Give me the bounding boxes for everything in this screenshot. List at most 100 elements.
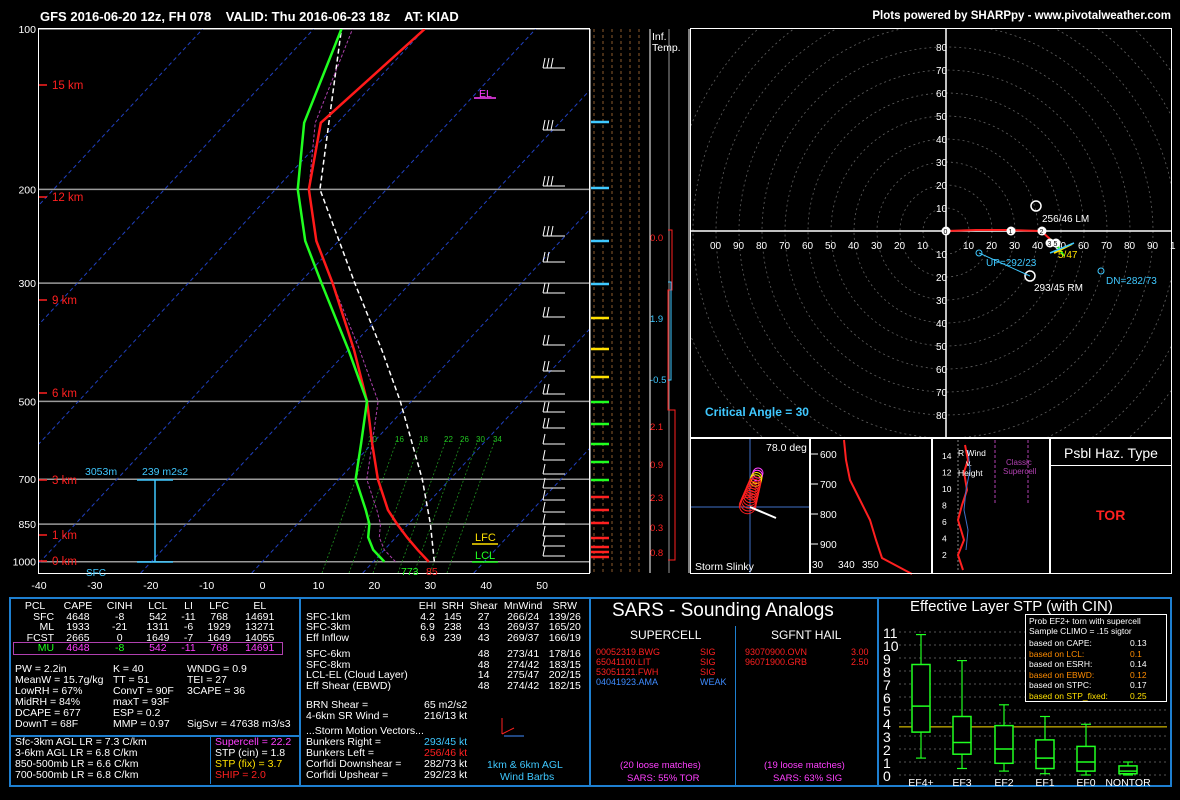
parcel-cell: -6	[183, 621, 194, 633]
sfc-dewpoint-label: 773	[401, 566, 419, 578]
kinematic-cell: Eff Shear (EBWD)	[306, 679, 391, 692]
stp-box	[1076, 745, 1096, 772]
kinematic-extra-label: 4-6km SR Wind =	[306, 710, 389, 722]
barbs-caption-1: 1km & 6km AGL	[487, 759, 563, 771]
sars-supercell-pct: SARS: 55% TOR	[627, 773, 700, 784]
kinematic-cell: 182/15	[548, 679, 581, 692]
wind-barb-flag	[546, 282, 550, 294]
sars-supercell-row: 04041923.AMA WEAK	[596, 677, 727, 687]
kinematic-extra: BRN Shear = 65 m2/s2 4-6km SR Wind = 216/13…	[306, 700, 496, 781]
sars-supercell-loose: (20 loose matches)	[620, 760, 701, 771]
sars-hail-pct: SARS: 63% SIG	[773, 773, 843, 784]
sars-hail-row: 93070900.OVN 3.00	[745, 647, 875, 657]
sars-analog-tag: WEAK	[700, 677, 727, 687]
parcel-cell: 13271	[245, 621, 275, 633]
stp-box	[952, 715, 972, 755]
wind-barb-flag	[546, 57, 550, 69]
mixing-ratio-line	[372, 439, 422, 573]
sars-analog-id: 00052319.BWG	[596, 647, 661, 657]
wind-barb-flag	[550, 57, 554, 69]
isotherm--80	[39, 29, 315, 326]
height-label: 12 km	[52, 192, 83, 204]
mixing-ratio-line	[321, 439, 371, 573]
kinematic-cell	[416, 681, 439, 692]
kinematic-header-cell: EHI	[418, 600, 437, 612]
wind-barb-flag	[542, 535, 546, 547]
stp-prob-row: based on EBWD: 0.12	[1029, 670, 1159, 681]
wind-barb-flag	[542, 119, 546, 131]
stp-prob-list: based on CAPE: 0.13 based on LCL: 0.1 based …	[1029, 638, 1159, 701]
stp-category-label: EF3	[952, 777, 971, 787]
wind-barb-flag	[546, 225, 550, 237]
kinematic-header-cell: SRW	[552, 600, 577, 612]
inf-temp-value: 0.3	[650, 523, 663, 534]
sars-analog-tag: SIG	[700, 647, 716, 657]
parcel-cell: MU	[37, 642, 55, 654]
inf-temp-value: -0.5	[650, 375, 666, 386]
stp-prob-row: based on LCL: 0.1	[1029, 649, 1159, 660]
kinematic-cell: 43	[477, 621, 490, 633]
kinematic-table: EHI SRH Shear MnWind SRW SFC-1km 4.2 145 27 266/2…	[304, 601, 584, 691]
temp-tick: -10	[199, 580, 214, 592]
srwind-panel	[932, 438, 1050, 574]
stp-prob-row: based on STP_fixed: 0.25	[1029, 691, 1159, 702]
parcel-row: ML 1933 -21 1311 -6 1929 13271	[14, 622, 282, 633]
wind-barb-flag	[542, 525, 546, 537]
wetbulb-trace	[308, 29, 396, 563]
wind-barb-flag	[546, 334, 550, 346]
pressure-tick: 700	[18, 474, 36, 486]
kinematic-row: Eff Inflow 6.9 239 43 269/37 166/19	[304, 632, 584, 644]
hodograph-panel	[690, 28, 1172, 438]
mixing-ratio-label: 30	[476, 435, 485, 444]
parcel-header-cell: EL	[253, 600, 267, 612]
wind-barb-flag	[542, 489, 546, 501]
pressure-tick: 850	[18, 519, 36, 531]
parcel-cell: 1933	[66, 621, 90, 633]
stp-category-label: EF0	[1076, 777, 1095, 787]
pressure-tick: 200	[18, 184, 36, 196]
kinematic-header-cell: SRH	[441, 600, 464, 612]
sars-supercell-row: 00052319.BWG SIG	[596, 647, 726, 657]
thermo-col-1: PW = 2.2in MeanW = 15.7g/kg LowRH = 67% Mid…	[15, 664, 103, 730]
sars-supercell-row: 65041100.LIT SIG	[596, 657, 726, 667]
height-label: 6 km	[52, 388, 77, 400]
wind-barb-flag	[542, 57, 546, 69]
temp-tick: -40	[31, 580, 46, 592]
wind-barb-flag	[542, 417, 546, 429]
kinematic-cell: 269/37	[507, 621, 540, 633]
stp-prob-value: 0.13	[1130, 638, 1147, 648]
stp-prob-value: 0.17	[1130, 680, 1147, 690]
composite-divider	[210, 737, 211, 784]
parcel-cell: ML	[39, 621, 55, 633]
isotherm--20	[140, 90, 589, 573]
kinematic-cell: 238	[444, 621, 462, 633]
kinematic-cell	[416, 670, 439, 681]
sars-hail-loose: (19 loose matches)	[764, 760, 845, 771]
parcel-header-cell: PCL	[24, 600, 46, 612]
srwind-title-2: v.	[966, 458, 972, 468]
dewpoint-trace	[296, 29, 386, 563]
parcel-header-cell: CAPE	[63, 600, 93, 612]
mixing-ratio-label: 26	[460, 435, 469, 444]
stp-prob-row: based on ESRH: 0.14	[1029, 659, 1159, 670]
sars-analog-id: 04041923.AMA	[596, 677, 659, 687]
thermo-value	[187, 697, 291, 708]
sars-hail-title: SGFNT HAIL	[771, 628, 842, 642]
sars-hail-row: 96071900.GRB 2.50	[745, 657, 875, 667]
kinematic-cell: 273/41	[507, 648, 540, 660]
sars-analog-id: 65041100.LIT	[596, 657, 651, 667]
kinematic-header-cell: Shear	[469, 600, 498, 612]
temp-tick: 30	[424, 580, 436, 592]
thermo-value: SigSvr = 47638 m3/s3	[187, 718, 291, 730]
inf-temp-value: 0.0	[650, 233, 663, 244]
theta-e-panel	[810, 438, 932, 574]
wind-barb-flag	[550, 225, 554, 237]
stp-prob-label: based on STP_fixed:	[1029, 690, 1108, 701]
kinematic-cell: 14	[477, 669, 490, 681]
sars-supercell-row: 53051121.FWH SIG	[596, 667, 726, 677]
wind-barb-flag	[542, 360, 546, 372]
kinematic-header: EHI SRH Shear MnWind SRW	[304, 601, 584, 612]
parcel-row: FCST 2665 0 1649 -7 1649 14055	[14, 632, 282, 644]
wind-barb-flag	[542, 306, 546, 318]
critical-angle: Critical Angle = 30	[705, 405, 809, 419]
